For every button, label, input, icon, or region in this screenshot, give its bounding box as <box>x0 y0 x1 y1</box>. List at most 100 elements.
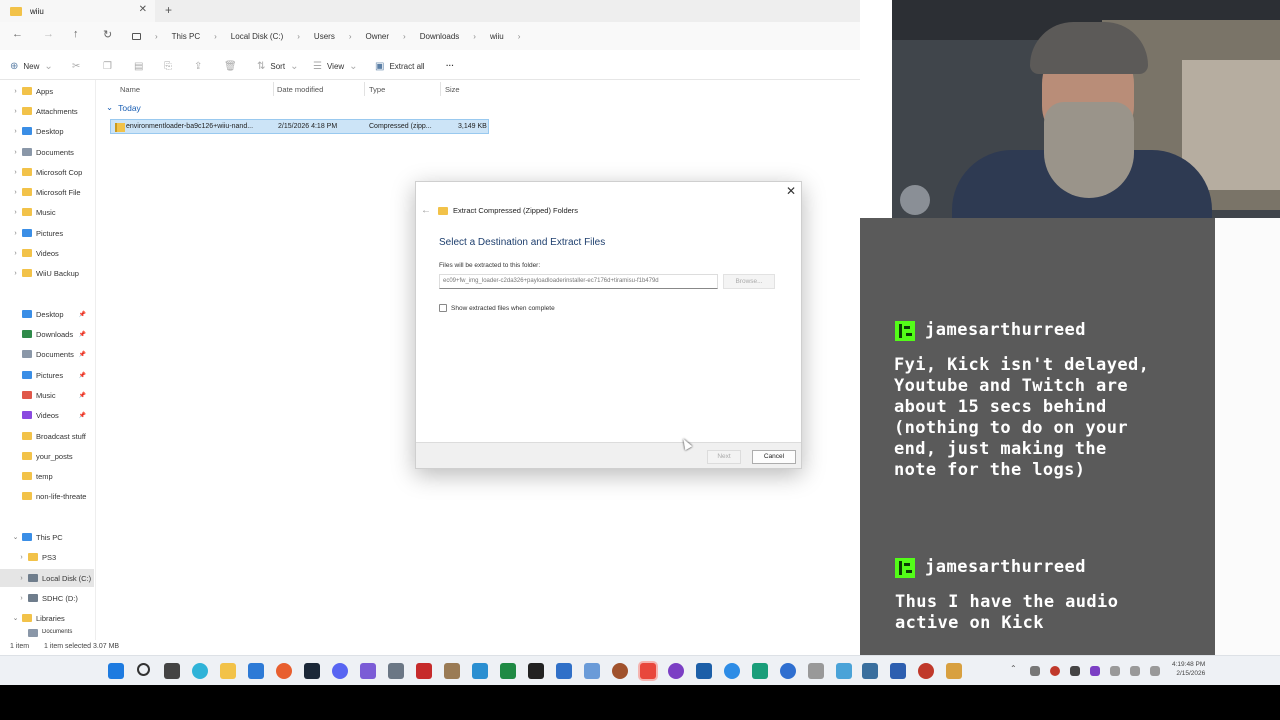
nav-item-apps[interactable]: › Apps <box>0 82 94 100</box>
more-options-icon[interactable]: ··· <box>446 61 454 70</box>
app-icon[interactable] <box>752 663 768 679</box>
back-arrow-icon[interactable]: ← <box>421 205 431 216</box>
app-icon[interactable] <box>836 663 852 679</box>
crumb-local-disk[interactable]: Local Disk (C:) <box>231 32 283 41</box>
pinned-your-posts[interactable]: your_posts <box>0 447 94 465</box>
app-icon[interactable] <box>890 663 906 679</box>
next-button[interactable]: Next <box>707 450 741 464</box>
column-name[interactable]: Name <box>120 85 140 94</box>
show-extracted-files-checkbox[interactable]: Show extracted files when complete <box>439 304 555 312</box>
battery-icon[interactable] <box>1150 666 1160 676</box>
column-divider[interactable] <box>364 82 365 96</box>
app-icon[interactable] <box>612 663 628 679</box>
spreadsheet-icon[interactable] <box>500 663 516 679</box>
nav-item-wiiu-backup[interactable]: › WiiU Backup <box>0 264 94 282</box>
nav-item-music[interactable]: › Music <box>0 203 94 221</box>
pinned-temp[interactable]: temp <box>0 467 94 485</box>
chevron-up-icon[interactable]: ⌃ <box>1010 664 1017 673</box>
forward-arrow-icon[interactable]: → <box>43 28 54 40</box>
tray-icon[interactable] <box>1070 666 1080 676</box>
pdf-icon[interactable] <box>416 663 432 679</box>
nav-item-this-pc[interactable]: ⌄ This PC <box>0 528 94 546</box>
snipping-tool-icon[interactable] <box>640 663 656 679</box>
app-icon[interactable] <box>808 663 824 679</box>
nav-item-sdhc[interactable]: › SDHC (D:) <box>0 589 94 607</box>
tab-wiiu[interactable]: wiiu ✕ <box>0 0 155 22</box>
copy-icon[interactable]: ❐ <box>103 61 112 72</box>
browse-button[interactable]: Browse... <box>723 274 775 289</box>
nav-item-documents[interactable]: › Documents <box>0 143 94 161</box>
windows-start-icon[interactable] <box>108 663 124 679</box>
edge-browser-icon[interactable] <box>192 663 208 679</box>
pinned-desktop[interactable]: Desktop 📌 <box>0 305 94 323</box>
pinned-pictures[interactable]: Pictures 📌 <box>0 366 94 384</box>
new-button[interactable]: ⊕ New ⌄ <box>10 61 53 72</box>
task-view-icon[interactable] <box>164 663 180 679</box>
settings-gear-icon[interactable] <box>388 663 404 679</box>
nav-item-microsoft-cop[interactable]: › Microsoft Cop <box>0 163 94 181</box>
close-tab-icon[interactable]: ✕ <box>139 4 147 15</box>
volume-icon[interactable] <box>1130 666 1140 676</box>
pinned-non-life-threate[interactable]: non-life-threate <box>0 487 94 505</box>
pinned-videos[interactable]: Videos 📌 <box>0 406 94 424</box>
delete-icon[interactable]: 🗑 <box>224 61 237 72</box>
crumb-owner[interactable]: Owner <box>365 32 389 41</box>
column-date[interactable]: Date modified <box>277 85 323 94</box>
app-icon[interactable] <box>472 663 488 679</box>
sort-button[interactable]: ⇅ Sort ⌄ <box>257 61 298 72</box>
nav-item-lib-documents[interactable]: Documents <box>0 629 94 639</box>
app-icon[interactable] <box>918 663 934 679</box>
crumb-downloads[interactable]: Downloads <box>420 32 460 41</box>
tray-icon[interactable] <box>1090 666 1100 676</box>
nav-item-videos[interactable]: › Videos <box>0 244 94 262</box>
app-icon[interactable] <box>668 663 684 679</box>
share-icon[interactable]: ⇪ <box>194 61 202 72</box>
pinned-music[interactable]: Music 📌 <box>0 386 94 404</box>
nav-item-ps3[interactable]: › PS3 <box>0 548 94 566</box>
destination-path-input[interactable]: ec09+fw_img_loader-c2da326+payloadloader… <box>439 274 718 289</box>
app-icon[interactable] <box>780 663 796 679</box>
nav-item-microsoft-file[interactable]: › Microsoft File <box>0 183 94 201</box>
checkbox[interactable] <box>439 304 447 312</box>
tray-icon[interactable] <box>1030 666 1040 676</box>
app-icon[interactable] <box>360 663 376 679</box>
view-button[interactable]: ☰ View ⌄ <box>313 61 358 72</box>
extract-all-button[interactable]: ▣ Extract all <box>375 61 425 72</box>
cancel-button[interactable]: Cancel <box>752 450 796 464</box>
nav-item-desktop[interactable]: › Desktop <box>0 122 94 140</box>
pinned-broadcast-stuff[interactable]: Broadcast stuff <box>0 427 94 445</box>
table-row[interactable]: environmentloader-ba9c126+wiiu-nand... 2… <box>110 119 489 134</box>
app-icon[interactable] <box>696 663 712 679</box>
nav-item-pictures[interactable]: › Pictures <box>0 224 94 242</box>
close-icon[interactable]: ✕ <box>786 184 796 198</box>
app-icon[interactable] <box>946 663 962 679</box>
new-tab-button[interactable]: + <box>165 3 172 17</box>
discord-icon[interactable] <box>332 663 348 679</box>
crumb-users[interactable]: Users <box>314 32 335 41</box>
calculator-icon[interactable] <box>584 663 600 679</box>
search-icon[interactable] <box>137 663 150 676</box>
nav-item-local-disk[interactable]: › Local Disk (C:) <box>0 569 94 587</box>
back-arrow-icon[interactable]: ← <box>12 28 23 40</box>
steam-icon[interactable] <box>304 663 320 679</box>
group-header-today[interactable]: ⌄ Today <box>106 102 141 113</box>
terminal-icon[interactable] <box>528 663 544 679</box>
column-type[interactable]: Type <box>369 85 385 94</box>
crumb-this-pc[interactable]: This PC <box>172 32 200 41</box>
tray-icon[interactable] <box>1050 666 1060 676</box>
column-divider[interactable] <box>273 82 274 96</box>
app-icon[interactable] <box>724 663 740 679</box>
app-icon[interactable] <box>862 663 878 679</box>
up-arrow-icon[interactable]: ↑ <box>73 28 79 40</box>
refresh-icon[interactable]: ↻ <box>103 28 112 41</box>
app-icon[interactable] <box>556 663 572 679</box>
copilot-icon[interactable] <box>276 663 292 679</box>
store-icon[interactable] <box>248 663 264 679</box>
pinned-documents[interactable]: Documents 📌 <box>0 345 94 363</box>
nav-item-libraries[interactable]: ⌄ Libraries <box>0 609 94 627</box>
column-divider[interactable] <box>440 82 441 96</box>
paste-icon[interactable]: ▤ <box>134 61 143 72</box>
network-icon[interactable] <box>1110 666 1120 676</box>
cut-icon[interactable]: ✂ <box>72 61 80 72</box>
file-explorer-icon[interactable] <box>220 663 236 679</box>
